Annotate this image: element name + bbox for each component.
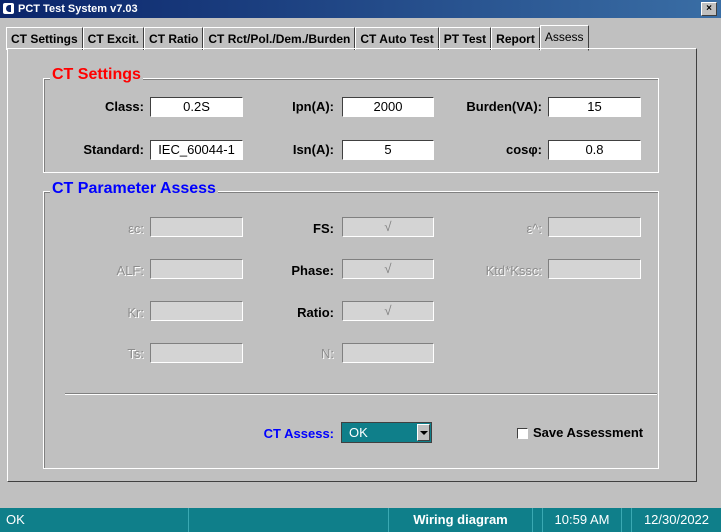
ratio-label: Ratio: [297,305,334,320]
kr-field [150,301,243,321]
status-spacer-2 [621,508,631,532]
wiring-diagram-button[interactable]: Wiring diagram [388,508,532,532]
status-date: 12/30/2022 [631,508,721,532]
tab-ct-excit[interactable]: CT Excit. [82,27,145,50]
ktd-kssc-label: Ktd*Kssc: [485,263,542,278]
isn-label: Isn(A): [292,142,334,157]
tab-bar: CT Settings CT Excit. CT Ratio CT Rct/Po… [6,25,589,51]
ipn-label: Ipn(A): [292,99,334,114]
tab-ct-auto-test[interactable]: CT Auto Test [355,27,439,50]
eh-label: ε^: [526,221,542,236]
tab-pt-test[interactable]: PT Test [438,27,492,50]
isn-field[interactable]: 5 [342,140,434,160]
class-label: Class: [104,99,144,114]
burden-field[interactable]: 15 [548,97,641,117]
ct-settings-legend: CT Settings [50,66,143,84]
status-text: OK [6,512,25,527]
cos-field[interactable]: 0.8 [548,140,641,160]
save-assessment-checkbox[interactable] [517,428,528,439]
tab-ct-ratio[interactable]: CT Ratio [144,27,204,50]
window-title: PCT Test System v7.03 [18,3,138,15]
class-field[interactable]: 0.2S [150,97,243,117]
status-time: 10:59 AM [542,508,621,532]
separator-line [65,393,657,395]
alf-label: ALF: [116,263,144,278]
tab-ct-rct[interactable]: CT Rct/Pol./Dem./Burden [203,27,356,50]
status-bar: OK Wiring diagram 10:59 AM 12/30/2022 [0,508,721,532]
alf-field [150,259,243,279]
phase-field: √ [342,259,434,279]
save-assessment-label: Save Assessment [533,425,644,440]
standard-field[interactable]: IEC_60044-1 [150,140,243,160]
ct-parameter-assess-legend: CT Parameter Assess [50,180,218,198]
ct-assess-label: CT Assess: [263,426,334,441]
cos-label: cosφ: [505,142,542,157]
tab-report[interactable]: Report [491,27,540,50]
ts-field [150,343,243,363]
n-label: N: [321,346,334,361]
eh-field [548,217,641,237]
ktd-kssc-field [548,259,641,279]
ts-label: Ts: [127,346,144,361]
standard-label: Standard: [83,142,144,157]
ec-label: εc: [128,221,144,236]
ipn-field[interactable]: 2000 [342,97,434,117]
app-icon [3,3,14,14]
status-empty-cell [188,508,388,532]
title-bar: PCT Test System v7.03 × [0,0,721,18]
chevron-down-icon[interactable] [417,424,430,441]
phase-label: Phase: [291,263,334,278]
ec-field [150,217,243,237]
fs-label: FS: [313,221,334,236]
ct-assess-value: OK [349,425,368,440]
fs-field: √ [342,217,434,237]
status-spacer [532,508,542,532]
close-button[interactable]: × [701,2,717,16]
n-field [342,343,434,363]
burden-label: Burden(VA): [466,99,542,114]
ratio-field: √ [342,301,434,321]
kr-label: Kr: [127,305,144,320]
ct-assess-dropdown[interactable]: OK [341,422,432,443]
tab-ct-settings[interactable]: CT Settings [6,27,83,50]
